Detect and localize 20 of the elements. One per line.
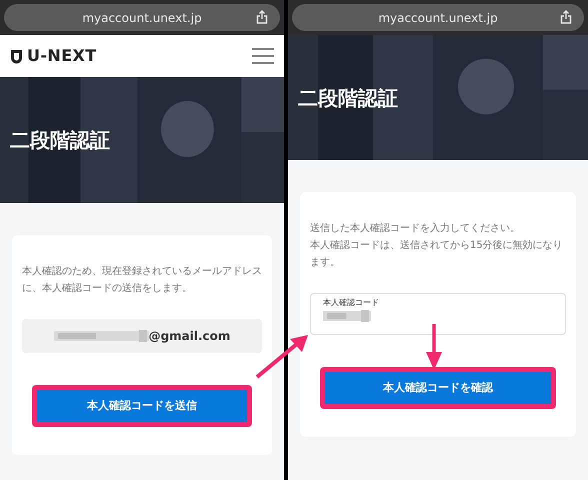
email-text: @gmail.com — [148, 328, 230, 345]
annotation-arrow — [254, 332, 310, 380]
address-bar[interactable]: myaccount.unext.jp — [4, 4, 280, 31]
shield-logo-icon — [10, 48, 23, 64]
submit-button[interactable]: 本人確認コードを確認 — [325, 372, 551, 404]
submit-button[interactable]: 本人確認コードを送信 — [36, 390, 248, 422]
share-icon[interactable] — [256, 10, 268, 24]
share-icon[interactable] — [560, 10, 572, 24]
page-title: 二段階認証 — [10, 127, 110, 154]
site-logo[interactable]: U-NEXT — [27, 44, 97, 68]
instruction-text: 送信した本人確認コードを入力してください。 — [310, 222, 521, 236]
field-label: 本人確認コード — [323, 297, 379, 309]
url-text: myaccount.unext.jp — [378, 10, 498, 26]
url-text: myaccount.unext.jp — [82, 10, 202, 26]
page-title: 二段階認証 — [298, 84, 398, 112]
address-bar[interactable]: myaccount.unext.jp — [292, 4, 584, 31]
menu-icon[interactable] — [252, 48, 274, 64]
code-input-field[interactable]: 本人確認コード — [310, 293, 566, 335]
instruction-text: 本人確認のため、現在登録されているメールアドレスに、本人確認コードの送信をします。 — [22, 264, 262, 296]
instruction-text: 本人確認コードは、送信されてから15分後に無効になります。 — [310, 238, 564, 270]
